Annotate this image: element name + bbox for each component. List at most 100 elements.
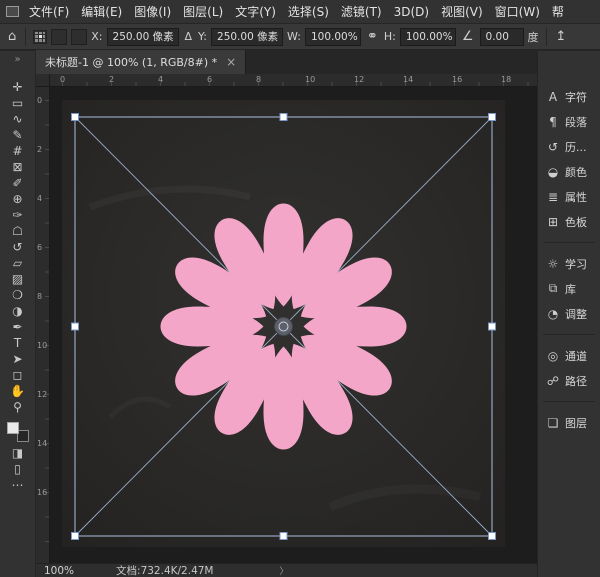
panel-color-icon: ◒ xyxy=(546,165,560,179)
canvas-workspace: 024681012141618 0246810121416 xyxy=(36,74,537,563)
panel-label: 学习 xyxy=(565,256,587,272)
foreground-color-swatch[interactable] xyxy=(7,422,19,434)
quick-mask-icon[interactable]: ◨ xyxy=(0,445,35,461)
blur-tool[interactable]: ❍ xyxy=(0,287,35,303)
frame-tool[interactable]: ⊠ xyxy=(0,159,35,175)
panel-label: 色板 xyxy=(565,214,587,230)
height-input[interactable]: 100.00% xyxy=(400,28,456,46)
clone-stamp-tool[interactable]: ☖ xyxy=(0,223,35,239)
toolbar-collapse-icon[interactable]: » xyxy=(0,53,35,67)
quick-selection-tool[interactable]: ✎ xyxy=(0,127,35,143)
x-input[interactable]: 250.00 像素 xyxy=(107,28,179,46)
color-swatches[interactable] xyxy=(7,422,29,442)
panel-history[interactable]: ↺历... xyxy=(538,134,600,159)
panel-separator xyxy=(543,334,595,335)
menu-item[interactable]: 文字(Y) xyxy=(229,0,282,24)
transform-handle-e[interactable] xyxy=(489,323,496,330)
pen-tool[interactable]: ✒ xyxy=(0,319,35,335)
panel-label: 通道 xyxy=(565,348,587,364)
edit-toolbar-icon[interactable]: ⋯ xyxy=(0,477,35,493)
options-bar: ⌂ X: 250.00 像素 Δ Y: 250.00 像素 W: 100.00%… xyxy=(0,24,600,50)
panel-paths-icon: ☍ xyxy=(546,374,560,388)
workspace-icon[interactable]: ↥ xyxy=(554,29,569,44)
zoom-level-field[interactable]: 100% xyxy=(36,565,82,577)
panel-dock: A字符 ¶ 段落 ↺历...◒颜色≣属性⊞色板 ☼学习⧉库◔调整 ◎ 通道 ☍路径 ❏图层 xyxy=(537,50,600,577)
menu-item[interactable]: 图像(I) xyxy=(128,0,177,24)
transform-handle-s[interactable] xyxy=(280,533,287,540)
marquee-tool[interactable]: ▭ xyxy=(0,95,35,111)
options-button-1[interactable] xyxy=(51,29,67,45)
panel-channels-icon: ◎ xyxy=(546,349,560,363)
ruler-number: 12 xyxy=(37,390,47,399)
menu-item[interactable]: 选择(S) xyxy=(282,0,335,24)
app-icon xyxy=(6,6,19,17)
healing-brush-tool[interactable]: ⊕ xyxy=(0,191,35,207)
status-chevron-icon[interactable]: 〉 xyxy=(280,564,289,577)
menu-item[interactable]: 窗口(W) xyxy=(489,0,546,24)
gradient-tool[interactable]: ▨ xyxy=(0,271,35,287)
menu-item[interactable]: 帮 xyxy=(546,0,570,24)
crop-tool[interactable]: # xyxy=(0,143,35,159)
menu-item[interactable]: 滤镜(T) xyxy=(335,0,388,24)
panel-layers[interactable]: ❏图层 xyxy=(538,410,600,435)
shape-tool[interactable]: ◻ xyxy=(0,367,35,383)
panel-paragraph-icon: ¶ xyxy=(546,115,560,129)
angle-input[interactable]: 0.00 xyxy=(480,28,524,46)
document-info: 文档:732.4K/2.47M xyxy=(116,563,213,577)
transform-handle-n[interactable] xyxy=(280,114,287,121)
panel-label: 库 xyxy=(565,281,576,297)
type-tool[interactable]: T xyxy=(0,335,35,351)
home-icon[interactable]: ⌂ xyxy=(6,29,18,44)
canvas-viewport[interactable] xyxy=(50,87,537,563)
menu-bar: 文件(F)编辑(E)图像(I)图层(L)文字(Y)选择(S)滤镜(T)3D(D)… xyxy=(0,0,600,24)
lasso-tool[interactable]: ∿ xyxy=(0,111,35,127)
brush-tool[interactable]: ✑ xyxy=(0,207,35,223)
screen-mode-icon[interactable]: ▯ xyxy=(0,461,35,477)
options-button-2[interactable] xyxy=(71,29,87,45)
eyedropper-tool[interactable]: ✐ xyxy=(0,175,35,191)
tool-list: ✛▭∿✎#⊠✐⊕✑☖↺▱▨❍◑✒T➤◻✋⚲ xyxy=(0,79,35,415)
ruler-number: 6 xyxy=(37,243,42,252)
width-input[interactable]: 100.00% xyxy=(305,28,361,46)
panel-label: 段落 xyxy=(565,114,587,130)
panel-channels[interactable]: ◎ 通道 xyxy=(538,343,600,368)
transform-handle-sw[interactable] xyxy=(72,533,79,540)
x-label: X: xyxy=(91,30,102,43)
move-tool[interactable]: ✛ xyxy=(0,79,35,95)
panel-swatches[interactable]: ⊞色板 xyxy=(538,209,600,234)
menu-item[interactable]: 3D(D) xyxy=(388,0,435,24)
y-input[interactable]: 250.00 像素 xyxy=(211,28,283,46)
toolbar-bottom-icons: ◨▯⋯ xyxy=(0,445,35,493)
transform-handle-ne[interactable] xyxy=(489,114,496,121)
menu-item[interactable]: 文件(F) xyxy=(23,0,75,24)
ruler-number: 12 xyxy=(354,75,364,84)
transform-handle-se[interactable] xyxy=(489,533,496,540)
transform-handle-w[interactable] xyxy=(72,323,79,330)
menu-items: 文件(F)编辑(E)图像(I)图层(L)文字(Y)选择(S)滤镜(T)3D(D)… xyxy=(23,0,570,24)
eraser-tool[interactable]: ▱ xyxy=(0,255,35,271)
path-selection-tool[interactable]: ➤ xyxy=(0,351,35,367)
panel-character[interactable]: A字符 xyxy=(538,84,600,109)
panel-learn[interactable]: ☼学习 xyxy=(538,251,600,276)
panel-adjustments[interactable]: ◔调整 xyxy=(538,301,600,326)
tab-close-icon[interactable]: × xyxy=(226,55,236,69)
dodge-tool[interactable]: ◑ xyxy=(0,303,35,319)
link-dimensions-icon[interactable]: ⚭ xyxy=(365,29,380,44)
panel-paragraph[interactable]: ¶ 段落 xyxy=(538,109,600,134)
panel-libraries[interactable]: ⧉库 xyxy=(538,276,600,301)
divider xyxy=(546,28,547,46)
history-brush-tool[interactable]: ↺ xyxy=(0,239,35,255)
zoom-tool[interactable]: ⚲ xyxy=(0,399,35,415)
panel-color[interactable]: ◒颜色 xyxy=(538,159,600,184)
hand-tool[interactable]: ✋ xyxy=(0,383,35,399)
relative-position-icon[interactable]: Δ xyxy=(183,30,195,43)
document-tab[interactable]: 未标题-1 @ 100% (1, RGB/8#) * × xyxy=(36,50,246,74)
reference-point-grid[interactable] xyxy=(33,30,47,44)
transform-handle-nw[interactable] xyxy=(72,114,79,121)
ruler-number: 14 xyxy=(403,75,413,84)
menu-item[interactable]: 图层(L) xyxy=(177,0,229,24)
menu-item[interactable]: 视图(V) xyxy=(435,0,489,24)
panel-properties[interactable]: ≣属性 xyxy=(538,184,600,209)
panel-paths[interactable]: ☍路径 xyxy=(538,368,600,393)
menu-item[interactable]: 编辑(E) xyxy=(75,0,128,24)
